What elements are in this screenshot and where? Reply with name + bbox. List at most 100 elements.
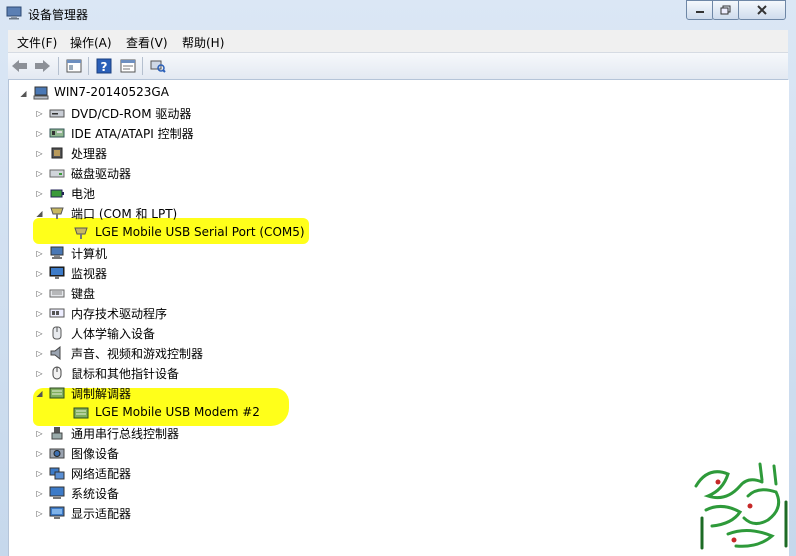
show-hide-tree-button[interactable]	[64, 56, 84, 76]
tree-item-label: 图像设备	[71, 447, 120, 461]
tree-category-item[interactable]: ▷ 通用串行总线控制器	[35, 423, 365, 443]
device-manager-icon	[6, 6, 22, 20]
menu-help[interactable]: 帮助(H)	[182, 34, 224, 51]
tree-item-label: 处理器	[71, 147, 108, 161]
tree-item-label: 调制解调器	[71, 387, 132, 401]
properties-icon	[120, 59, 136, 73]
minimize-button[interactable]	[686, 0, 714, 20]
expand-arrow-icon[interactable]: ▷	[35, 323, 44, 343]
computer-icon	[33, 86, 49, 100]
expand-arrow-icon[interactable]: ▷	[35, 263, 44, 283]
tree-item-label: 内存技术驱动程序	[71, 307, 168, 321]
menu-bar: 文件(F) 操作(A) 查看(V) 帮助(H)	[8, 30, 788, 53]
window-title: 设备管理器	[28, 8, 89, 22]
tree-category-item[interactable]: ▷ 人体学输入设备	[35, 323, 365, 343]
minimize-icon	[696, 11, 704, 13]
collapse-arrow-icon[interactable]: ◢	[19, 83, 28, 103]
help-button[interactable]: ?	[94, 56, 114, 76]
svg-text:?: ?	[101, 60, 108, 74]
expand-arrow-icon[interactable]: ▷	[35, 503, 44, 523]
forward-arrow-icon	[35, 60, 50, 72]
camera-icon	[49, 448, 65, 459]
collapse-arrow-icon[interactable]: ◢	[35, 383, 44, 403]
menu-file[interactable]: 文件(F)	[17, 34, 57, 51]
tree-category-item[interactable]: ▷ 鼠标和其他指针设备	[35, 363, 365, 383]
watermark-calligraphy	[694, 462, 788, 550]
console-tree-icon	[66, 59, 82, 73]
expand-arrow-icon[interactable]: ▷	[35, 363, 44, 383]
hid-icon	[52, 326, 62, 340]
tree-category-item[interactable]: ▷ 系统设备	[35, 483, 365, 503]
keyboard-icon	[49, 289, 65, 298]
restore-icon	[720, 5, 731, 15]
tree-item-label: 鼠标和其他指针设备	[71, 367, 180, 381]
computer-icon	[50, 246, 64, 259]
tree-item-label: 电池	[71, 187, 96, 201]
close-button[interactable]	[738, 0, 786, 20]
tree-category-item[interactable]: ▷ 监视器	[35, 263, 365, 283]
expand-arrow-icon[interactable]: ▷	[35, 243, 44, 263]
menu-action[interactable]: 操作(A)	[70, 34, 112, 51]
disk-drive-icon	[49, 169, 65, 178]
forward-button[interactable]	[32, 56, 52, 76]
expand-arrow-icon[interactable]: ▷	[35, 303, 44, 323]
tree-item-label: 端口 (COM 和 LPT)	[71, 207, 178, 221]
tree-item-label: 显示适配器	[71, 507, 132, 521]
expand-arrow-icon[interactable]: ▷	[35, 283, 44, 303]
tree-category-item[interactable]: ▷ 磁盘驱动器	[35, 163, 365, 183]
tree-device-item[interactable]: LGE Mobile USB Modem #2	[63, 403, 393, 423]
expand-arrow-icon[interactable]: ▷	[35, 183, 44, 203]
expand-arrow-icon[interactable]: ▷	[35, 103, 44, 123]
expand-arrow-icon[interactable]: ▷	[35, 343, 44, 363]
tree-category-item[interactable]: ▷ 计算机	[35, 243, 365, 263]
back-button[interactable]	[10, 56, 30, 76]
tree-category-item[interactable]: ▷ 键盘	[35, 283, 365, 303]
tree-device-item[interactable]: LGE Mobile USB Serial Port (COM5)	[63, 223, 393, 243]
network-icon	[49, 467, 65, 480]
expand-arrow-icon[interactable]: ▷	[35, 463, 44, 483]
tree-item-label: 磁盘驱动器	[71, 167, 132, 181]
tree-item-label: 声音、视频和游戏控制器	[71, 347, 204, 361]
system-icon	[49, 486, 65, 499]
tree-category-item[interactable]: ◢ 端口 (COM 和 LPT)	[35, 203, 365, 223]
expand-arrow-icon[interactable]: ▷	[35, 123, 44, 143]
tree-category-item[interactable]: ▷ 内存技术驱动程序	[35, 303, 365, 323]
device-manager-window: 设备管理器 文件(F) 操作(A) 查看(V) 帮助(H) ? ◢ WIN7-2…	[0, 0, 796, 556]
port-icon	[50, 207, 64, 219]
tree-category-item[interactable]: ◢ 调制解调器	[35, 383, 365, 403]
properties-button[interactable]	[118, 56, 138, 76]
expand-arrow-icon[interactable]: ▷	[35, 423, 44, 443]
tree-item-label: 人体学输入设备	[71, 327, 156, 341]
modem-icon	[73, 407, 89, 419]
tree-category-item[interactable]: ▷ 电池	[35, 183, 365, 203]
expand-arrow-icon[interactable]: ▷	[35, 443, 44, 463]
collapse-arrow-icon[interactable]: ◢	[35, 203, 44, 223]
display-icon	[49, 506, 65, 519]
port-icon	[74, 227, 88, 239]
close-icon	[757, 5, 767, 15]
tree-category-item[interactable]: ▷ 处理器	[35, 143, 365, 163]
toolbar-separator	[88, 57, 89, 75]
tree-category-item[interactable]: ▷ 显示适配器	[35, 503, 365, 523]
tree-item-label: 计算机	[71, 247, 108, 261]
toolbar-separator	[142, 57, 143, 75]
expand-arrow-icon[interactable]: ▷	[35, 143, 44, 163]
monitor-icon	[49, 266, 65, 279]
help-icon: ?	[96, 58, 112, 74]
tree-category-item[interactable]: ▷ 声音、视频和游戏控制器	[35, 343, 365, 363]
dvd-drive-icon	[49, 109, 65, 118]
tree-category-item[interactable]: ▷ IDE ATA/ATAPI 控制器	[35, 123, 365, 143]
tree-category-item[interactable]: ▷ 图像设备	[35, 443, 365, 463]
tree-category-item[interactable]: ▷ 网络适配器	[35, 463, 365, 483]
expand-arrow-icon[interactable]: ▷	[35, 483, 44, 503]
processor-icon	[51, 147, 63, 159]
maximize-button[interactable]	[712, 0, 740, 20]
expand-arrow-icon[interactable]: ▷	[35, 163, 44, 183]
tree-root[interactable]: ◢ WIN7-20140523GA	[19, 83, 319, 103]
title-bar[interactable]: 设备管理器	[0, 0, 796, 28]
scan-hardware-button[interactable]	[148, 56, 168, 76]
tree-category-item[interactable]: ▷ DVD/CD-ROM 驱动器	[35, 103, 365, 123]
speaker-icon	[50, 346, 61, 360]
menu-view[interactable]: 查看(V)	[126, 34, 168, 51]
device-tree[interactable]: ◢ WIN7-20140523GA ▷ DVD/CD-ROM 驱动器 ▷ IDE AT…	[8, 80, 789, 556]
